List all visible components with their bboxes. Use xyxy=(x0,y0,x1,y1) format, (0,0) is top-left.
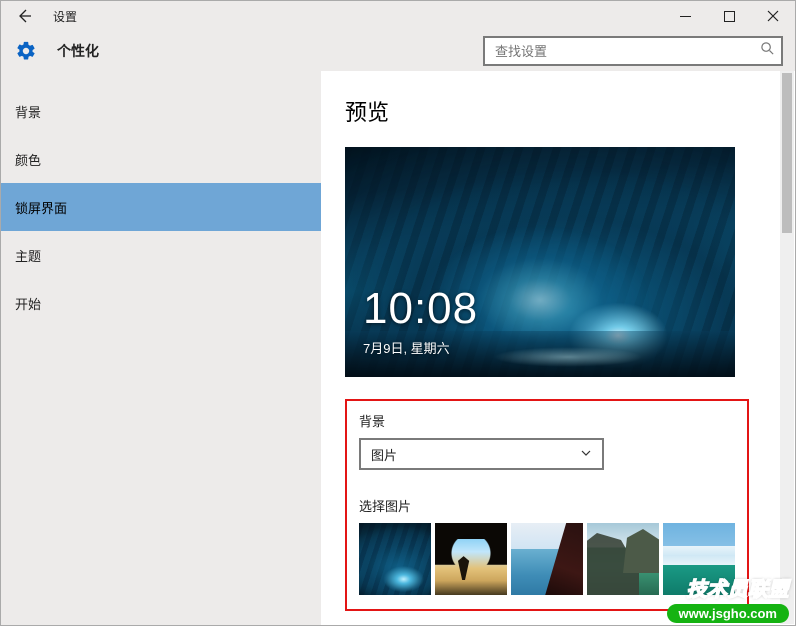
minimize-icon xyxy=(680,11,691,22)
picture-thumbnail[interactable] xyxy=(359,523,431,595)
picture-thumbnails xyxy=(359,523,735,595)
preview-heading: 预览 xyxy=(345,95,771,127)
picture-thumbnail[interactable] xyxy=(511,523,583,595)
search-icon xyxy=(760,41,775,61)
sidebar-item-themes[interactable]: 主题 xyxy=(1,231,321,279)
choose-picture-label: 选择图片 xyxy=(359,496,735,515)
sidebar-item-colors[interactable]: 颜色 xyxy=(1,135,321,183)
content-area: 预览 10:08 7月9日, 星期六 背景 图片 选择图片 xyxy=(321,71,795,625)
chevron-down-icon xyxy=(580,447,592,462)
sidebar-item-lockscreen[interactable]: 锁屏界面 xyxy=(1,183,321,231)
highlight-box: 背景 图片 选择图片 xyxy=(345,399,749,611)
scrollbar[interactable] xyxy=(780,71,794,624)
header-row: 个性化 xyxy=(1,31,795,71)
picture-thumbnail[interactable] xyxy=(663,523,735,595)
scrollbar-thumb[interactable] xyxy=(782,73,792,233)
picture-thumbnail[interactable] xyxy=(587,523,659,595)
window-title: 设置 xyxy=(39,8,77,25)
lockscreen-preview: 10:08 7月9日, 星期六 xyxy=(345,147,735,377)
sidebar-item-start[interactable]: 开始 xyxy=(1,279,321,327)
arrow-left-icon xyxy=(16,8,32,24)
preview-time: 10:08 xyxy=(363,287,478,331)
sidebar-item-label: 开始 xyxy=(15,294,41,313)
section-title: 个性化 xyxy=(57,41,99,61)
sidebar-item-label: 颜色 xyxy=(15,150,41,169)
dropdown-value: 图片 xyxy=(371,445,397,464)
sidebar: 背景 颜色 锁屏界面 主题 开始 xyxy=(1,71,321,625)
settings-window: 设置 个性化 背景 颜色 锁屏界面 xyxy=(0,0,796,626)
close-icon xyxy=(767,10,779,22)
body: 背景 颜色 锁屏界面 主题 开始 预览 10:08 7月9日, 星期六 背景 图… xyxy=(1,71,795,625)
sidebar-item-background[interactable]: 背景 xyxy=(1,87,321,135)
sidebar-item-label: 主题 xyxy=(15,246,41,265)
maximize-button[interactable] xyxy=(707,1,751,31)
search-input[interactable] xyxy=(495,44,760,59)
titlebar: 设置 xyxy=(1,1,795,31)
picture-thumbnail[interactable] xyxy=(435,523,507,595)
maximize-icon xyxy=(724,11,735,22)
back-button[interactable] xyxy=(9,1,39,31)
sidebar-item-label: 背景 xyxy=(15,102,41,121)
search-box[interactable] xyxy=(483,36,783,66)
background-label: 背景 xyxy=(359,411,735,430)
settings-gear-icon xyxy=(15,40,37,62)
preview-date: 7月9日, 星期六 xyxy=(363,338,450,357)
sidebar-item-label: 锁屏界面 xyxy=(15,198,67,217)
minimize-button[interactable] xyxy=(663,1,707,31)
close-button[interactable] xyxy=(751,1,795,31)
window-controls xyxy=(663,1,795,31)
background-dropdown[interactable]: 图片 xyxy=(359,438,604,470)
